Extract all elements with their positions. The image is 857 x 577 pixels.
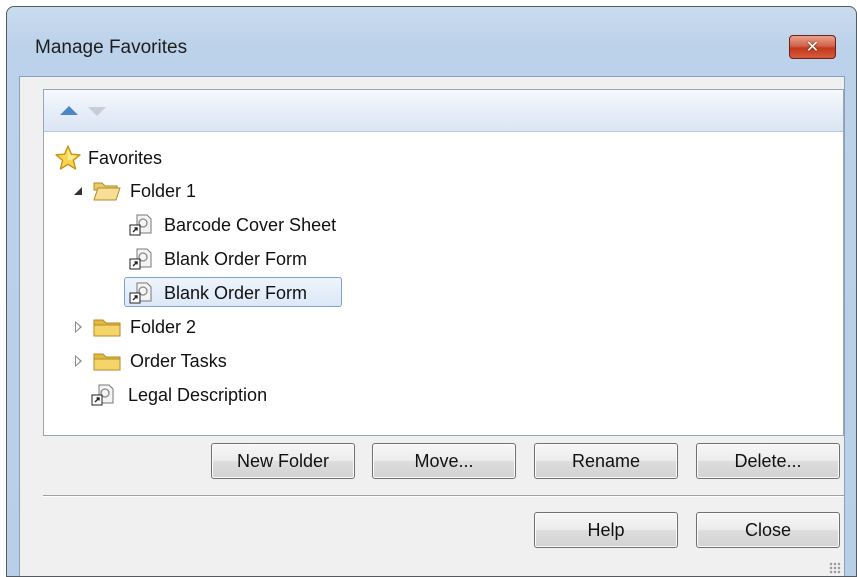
tree-node-label: Barcode Cover Sheet <box>164 215 337 235</box>
shortcut-icon <box>129 248 152 270</box>
arrow-up-icon[interactable] <box>60 106 78 115</box>
tree-node-barcode-cover-sheet[interactable]: Barcode Cover Sheet <box>122 210 402 240</box>
tree-node-label: Favorites <box>88 148 163 168</box>
delete-button[interactable]: Delete... <box>696 443 840 479</box>
favorites-tree[interactable]: Favorites Folder 1 Barcode Cover Sheet B… <box>43 89 844 436</box>
tree-node-favorites[interactable]: Favorites <box>50 143 250 173</box>
expand-toggle-icon[interactable] <box>74 187 82 195</box>
close-window-button[interactable]: ✕ <box>789 35 836 59</box>
move-button[interactable]: Move... <box>372 443 516 479</box>
separator <box>43 495 844 497</box>
star-icon <box>55 145 81 170</box>
tree-node-blank-order-form-selected[interactable]: Blank Order Form <box>122 278 402 308</box>
resize-grip-icon[interactable] <box>829 562 841 574</box>
shortcut-icon <box>129 282 152 304</box>
manage-favorites-dialog: Manage Favorites ✕ Favorites Folder 1 Ba… <box>6 6 857 577</box>
dialog-title: Manage Favorites <box>35 37 188 58</box>
close-button[interactable]: Close <box>696 512 840 548</box>
arrow-down-icon[interactable] <box>88 107 106 116</box>
tree-node-label: Blank Order Form <box>164 283 308 303</box>
new-folder-button[interactable]: New Folder <box>211 443 355 479</box>
dialog-body: Favorites Folder 1 Barcode Cover Sheet B… <box>19 76 845 576</box>
tree-node-folder-2[interactable]: Folder 2 <box>70 312 270 342</box>
tree-node-order-tasks[interactable]: Order Tasks <box>70 346 290 376</box>
tree-node-blank-order-form[interactable]: Blank Order Form <box>122 244 402 274</box>
expand-toggle-icon[interactable] <box>75 355 82 367</box>
tree-node-folder-1[interactable]: Folder 1 <box>70 176 270 206</box>
tree-node-label: Folder 2 <box>130 317 197 337</box>
tree-node-label: Folder 1 <box>130 181 197 201</box>
tree-node-label: Legal Description <box>128 385 268 405</box>
rename-button[interactable]: Rename <box>534 443 678 479</box>
folder-closed-icon <box>93 353 121 371</box>
tree-node-label: Blank Order Form <box>164 249 308 269</box>
folder-closed-icon <box>93 319 121 337</box>
shortcut-icon <box>129 214 152 236</box>
folder-open-icon <box>93 182 121 201</box>
title-bar[interactable]: Manage Favorites ✕ <box>7 7 856 77</box>
tree-toolbar <box>44 90 843 132</box>
tree-node-legal-description[interactable]: Legal Description <box>84 380 344 410</box>
tree-node-label: Order Tasks <box>130 351 227 371</box>
help-button[interactable]: Help <box>534 512 678 548</box>
expand-toggle-icon[interactable] <box>75 321 82 333</box>
shortcut-icon <box>91 384 114 406</box>
